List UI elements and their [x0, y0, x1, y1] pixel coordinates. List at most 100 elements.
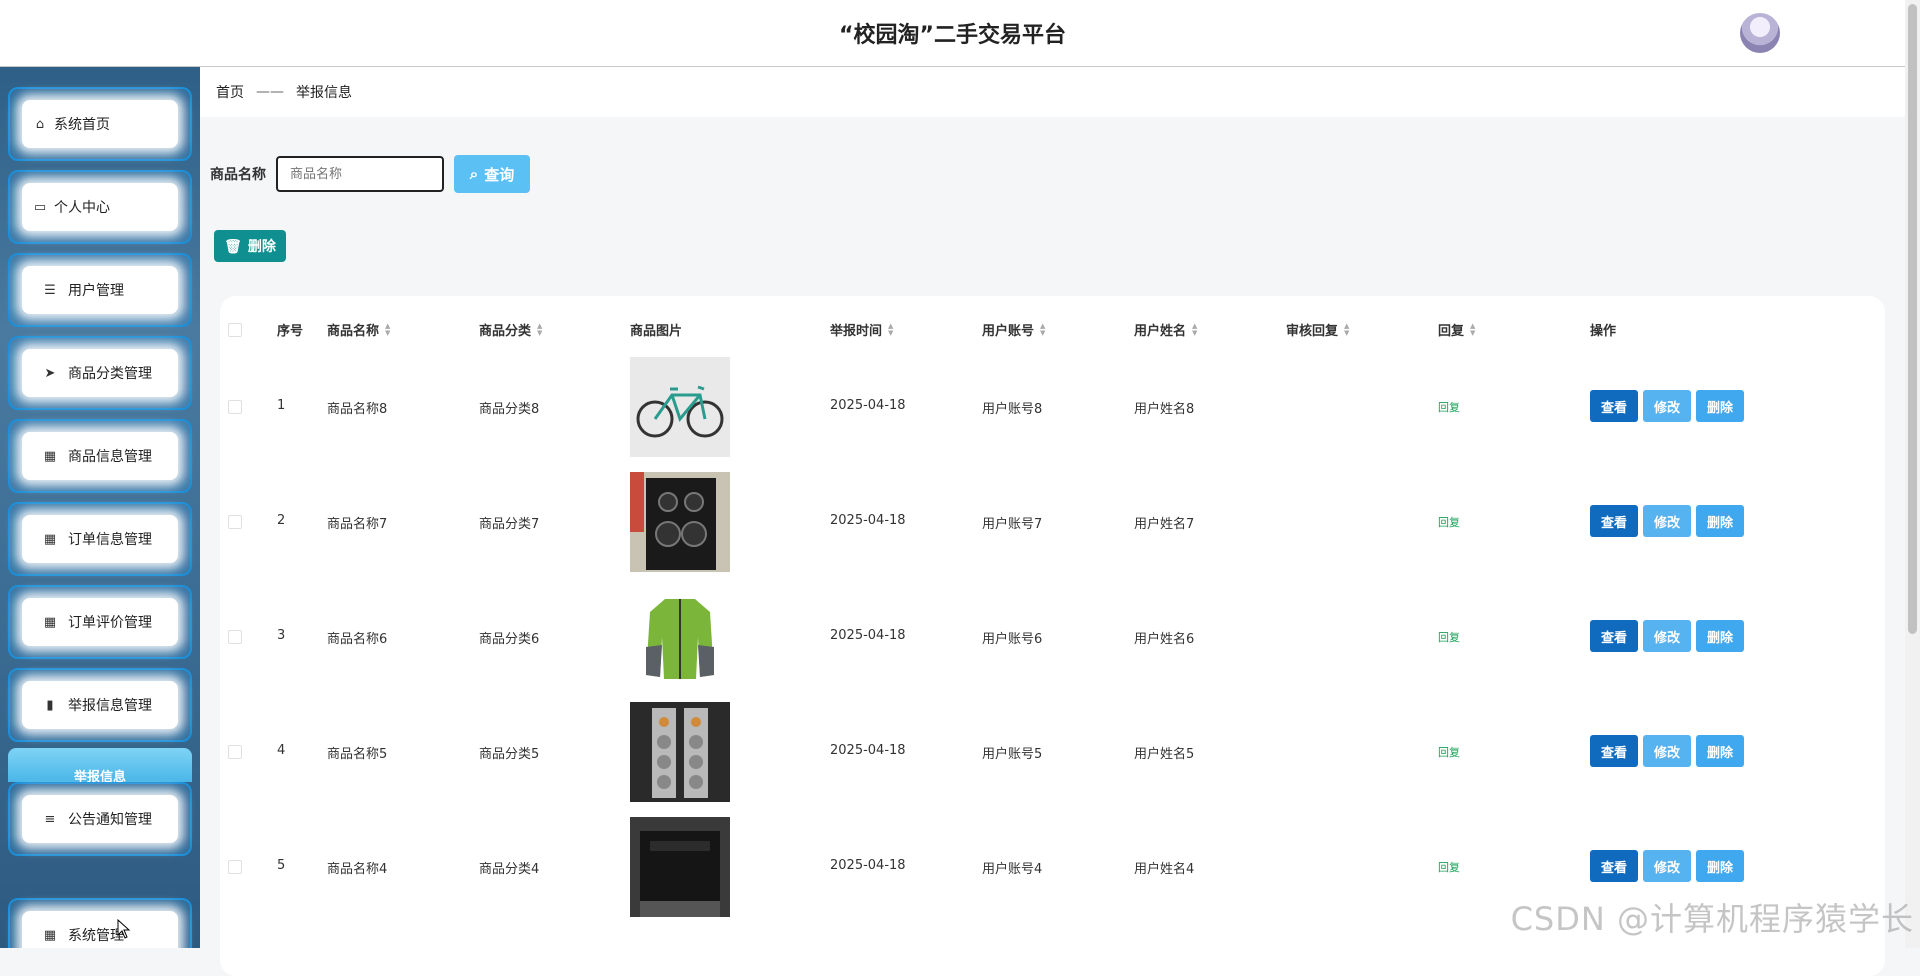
cell-username: 用户姓名7: [1134, 517, 1195, 532]
breadcrumb: 首页 —— 举报信息: [200, 67, 1905, 117]
product-image-jacket[interactable]: [630, 587, 730, 687]
cell-index: 3: [277, 628, 286, 643]
sidebar-item-label: 个人中心: [54, 200, 110, 216]
row-checkbox[interactable]: [228, 400, 242, 414]
cell-category: 商品分类4: [479, 862, 540, 877]
header-audit[interactable]: 审核回复 ▲ ▼: [1286, 320, 1349, 339]
view-button[interactable]: 查看: [1590, 505, 1638, 537]
sort-icon[interactable]: ▲ ▼: [1470, 322, 1475, 337]
table-row: 3 商品名称6 商品分类6 2025-04-18 用户账号6 用户姓名6 回复 …: [220, 579, 1885, 694]
product-image-speaker[interactable]: [630, 472, 730, 572]
list-icon: ☰: [44, 282, 56, 298]
reply-link[interactable]: 回复: [1438, 744, 1460, 760]
cell-category: 商品分类5: [479, 747, 540, 762]
sidebar-item-orders[interactable]: ▦ 订单信息管理: [8, 502, 192, 576]
delete-button[interactable]: 删除: [1696, 850, 1744, 882]
user-avatar[interactable]: [1740, 13, 1780, 53]
delete-button[interactable]: 删除: [1696, 735, 1744, 767]
product-image-box-speaker[interactable]: [630, 817, 730, 917]
header-name[interactable]: 商品名称 ▲ ▼: [327, 320, 390, 339]
row-checkbox[interactable]: [228, 860, 242, 874]
scrollbar-thumb[interactable]: [1908, 4, 1917, 634]
sidebar-item-category[interactable]: ➤ 商品分类管理: [8, 336, 192, 410]
apps-icon: ▦: [43, 927, 57, 943]
cell-account: 用户账号8: [982, 402, 1043, 417]
sidebar-item-reviews[interactable]: ▦ 订单评价管理: [8, 585, 192, 659]
sidebar-item-users[interactable]: ☰ 用户管理: [8, 253, 192, 327]
breadcrumb-current: 举报信息: [296, 85, 352, 101]
sidebar-item-label: 公告通知管理: [68, 812, 152, 828]
sort-icon[interactable]: ▲ ▼: [385, 322, 390, 337]
row-checkbox[interactable]: [228, 745, 242, 759]
search-button[interactable]: ⌕ 查询: [454, 155, 530, 193]
cell-username: 用户姓名8: [1134, 402, 1195, 417]
cell-index: 1: [277, 398, 286, 413]
header-category[interactable]: 商品分类 ▲ ▼: [479, 320, 542, 339]
sidebar-item-goods[interactable]: ▦ 商品信息管理: [8, 419, 192, 493]
sort-icon[interactable]: ▲ ▼: [537, 322, 542, 337]
sidebar-item-notices[interactable]: ≡ 公告通知管理: [8, 782, 192, 856]
edit-button[interactable]: 修改: [1643, 850, 1691, 882]
trash-icon: 🗑: [224, 237, 242, 254]
submenu-item-reports[interactable]: 举报信息: [8, 748, 192, 782]
cell-category: 商品分类8: [479, 402, 540, 417]
search-label: 商品名称: [210, 167, 266, 183]
cell-time: 2025-04-18: [830, 858, 906, 873]
cell-username: 用户姓名4: [1134, 862, 1195, 877]
edit-button[interactable]: 修改: [1643, 390, 1691, 422]
cell-name: 商品名称4: [327, 862, 388, 877]
table-row: 1 商品名称8 商品分类8 2025-04-18 用户账号8 用户姓名8 回复 …: [220, 349, 1885, 464]
view-button[interactable]: 查看: [1590, 620, 1638, 652]
edit-button[interactable]: 修改: [1643, 735, 1691, 767]
reply-link[interactable]: 回复: [1438, 859, 1460, 875]
sort-icon[interactable]: ▲ ▼: [888, 322, 893, 337]
sort-icon[interactable]: ▲ ▼: [1344, 322, 1349, 337]
edit-button[interactable]: 修改: [1643, 620, 1691, 652]
cell-time: 2025-04-18: [830, 628, 906, 643]
reply-link[interactable]: 回复: [1438, 399, 1460, 415]
product-image-bicycle[interactable]: [630, 357, 730, 457]
reply-link[interactable]: 回复: [1438, 629, 1460, 645]
delete-button[interactable]: 删除: [1696, 390, 1744, 422]
view-button[interactable]: 查看: [1590, 390, 1638, 422]
header-reply[interactable]: 回复 ▲ ▼: [1438, 320, 1475, 339]
cell-category: 商品分类6: [479, 632, 540, 647]
view-button[interactable]: 查看: [1590, 735, 1638, 767]
sidebar-item-reports[interactable]: ▮ 举报信息管理: [8, 668, 192, 742]
breadcrumb-separator: ——: [256, 84, 284, 100]
reply-link[interactable]: 回复: [1438, 514, 1460, 530]
page-scrollbar[interactable]: [1905, 0, 1920, 948]
header-image: 商品图片: [630, 324, 683, 339]
view-button[interactable]: 查看: [1590, 850, 1638, 882]
top-header: “校园淘”二手交易平台: [0, 0, 1905, 67]
cell-account: 用户账号6: [982, 632, 1043, 647]
row-checkbox[interactable]: [228, 515, 242, 529]
batch-delete-button[interactable]: 🗑 删除: [214, 230, 286, 262]
sort-icon[interactable]: ▲ ▼: [1192, 322, 1197, 337]
sidebar-item-home[interactable]: ⌂ 系统首页: [8, 87, 192, 161]
sidebar-item-system[interactable]: ▦ 系统管理: [8, 898, 192, 948]
grid-icon: ▦: [43, 531, 57, 547]
product-image-tower-speakers[interactable]: [630, 702, 730, 802]
sidebar-item-profile[interactable]: ▭ 个人中心: [8, 170, 192, 244]
cell-username: 用户姓名6: [1134, 632, 1195, 647]
sidebar-item-label: 订单评价管理: [68, 615, 152, 631]
header-time[interactable]: 举报时间 ▲ ▼: [830, 320, 893, 339]
breadcrumb-home[interactable]: 首页: [216, 82, 244, 102]
sidebar-item-label: 系统首页: [54, 117, 110, 133]
watermark: CSDN @计算机程序猿学长: [1510, 900, 1914, 938]
select-all-checkbox[interactable]: [228, 323, 242, 337]
edit-button[interactable]: 修改: [1643, 505, 1691, 537]
search-input[interactable]: [276, 156, 444, 192]
header-username[interactable]: 用户姓名 ▲ ▼: [1134, 320, 1197, 339]
submenu-label: 举报信息: [73, 770, 126, 782]
header-index: 序号: [277, 324, 304, 339]
delete-button[interactable]: 删除: [1696, 620, 1744, 652]
cell-time: 2025-04-18: [830, 513, 906, 528]
row-checkbox[interactable]: [228, 630, 242, 644]
sort-icon[interactable]: ▲ ▼: [1040, 322, 1045, 337]
delete-button[interactable]: 删除: [1696, 505, 1744, 537]
card-icon: ▭: [33, 199, 47, 215]
header-account[interactable]: 用户账号 ▲ ▼: [982, 320, 1045, 339]
cell-index: 4: [277, 743, 286, 758]
